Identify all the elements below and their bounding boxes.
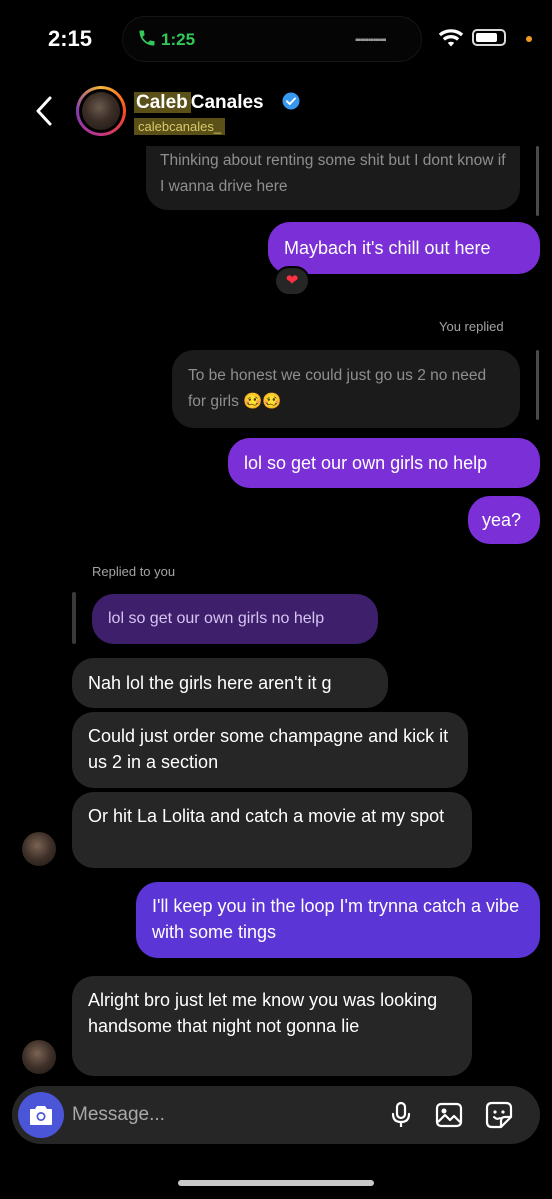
contact-name[interactable]: Caleb Canales — [134, 92, 264, 114]
chat-header: Caleb Canales calebcanales_ — [0, 80, 552, 146]
message-outgoing[interactable]: lol so get our own girls no help — [228, 438, 540, 488]
contact-last-name: Canales — [190, 92, 264, 113]
message-incoming[interactable]: Or hit La Lolita and catch a movie at my… — [72, 792, 472, 868]
scroll-indicator — [536, 146, 539, 216]
sender-avatar[interactable] — [22, 832, 56, 866]
message-outgoing[interactable]: I'll keep you in the loop I'm trynna cat… — [136, 882, 540, 958]
message-incoming[interactable]: Nah lol the girls here aren't it g — [72, 658, 388, 708]
camera-button[interactable] — [18, 1092, 64, 1138]
call-waveform-icon: ▪▪▪▪▪▪▪▪▪▪▪▪ — [355, 35, 387, 46]
back-chevron-icon[interactable] — [30, 94, 60, 128]
message-outgoing[interactable]: Maybach it's chill out here — [268, 222, 540, 274]
heart-reaction-icon[interactable]: ❤ — [274, 266, 310, 296]
message-incoming[interactable]: Alright bro just let me know you was loo… — [72, 976, 472, 1076]
sticker-icon[interactable] — [484, 1100, 514, 1130]
battery-icon — [472, 29, 506, 46]
message-input[interactable] — [72, 1098, 372, 1132]
message-incoming-quoted[interactable]: Thinking about renting some shit but I d… — [146, 146, 520, 210]
avatar-photo — [82, 92, 120, 130]
reply-quote-bar — [536, 350, 539, 420]
privacy-indicator-dot — [526, 36, 532, 42]
message-thread[interactable]: Thinking about renting some shit but I d… — [0, 146, 552, 1080]
verified-badge-icon — [282, 92, 300, 110]
gallery-icon[interactable] — [434, 1100, 464, 1130]
reply-quote-bar — [72, 592, 76, 644]
sender-avatar[interactable] — [22, 1040, 56, 1074]
you-replied-label: You replied — [439, 319, 504, 334]
call-duration: 1:25 — [161, 30, 196, 49]
contact-first-name: Caleb — [134, 92, 191, 113]
message-quoted-reply[interactable]: lol so get our own girls no help — [92, 594, 378, 644]
message-composer — [12, 1086, 540, 1144]
microphone-icon[interactable] — [386, 1100, 416, 1130]
message-replied-quote[interactable]: To be honest we could just go us 2 no ne… — [172, 350, 520, 428]
message-incoming[interactable]: Could just order some champagne and kick… — [72, 712, 468, 788]
status-bar: 2:15 1:25 ▪▪▪▪▪▪▪▪▪▪▪▪ — [0, 0, 552, 80]
message-outgoing[interactable]: yea? — [468, 496, 540, 544]
wifi-icon — [438, 29, 464, 47]
active-call-pill[interactable]: 1:25 ▪▪▪▪▪▪▪▪▪▪▪▪ — [122, 16, 422, 62]
status-time: 2:15 — [48, 26, 93, 51]
home-indicator[interactable] — [178, 1180, 374, 1186]
contact-handle: calebcanales_ — [134, 118, 226, 135]
camera-icon — [30, 1106, 52, 1125]
contact-avatar[interactable] — [76, 86, 126, 136]
replied-to-you-label: Replied to you — [92, 564, 176, 579]
phone-icon — [139, 30, 155, 46]
battery-level — [476, 33, 497, 42]
